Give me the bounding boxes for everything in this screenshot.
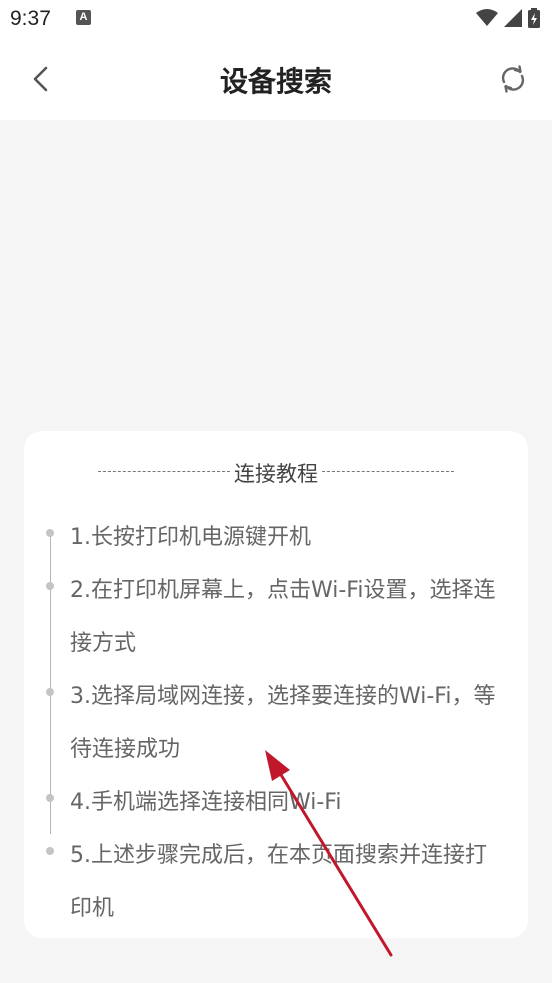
step-dot [46,794,54,802]
tutorial-heading-text: 连接教程 [234,462,318,486]
tutorial-step: 2.在打印机屏幕上，点击Wi-Fi设置，选择连接方式 [24,564,528,670]
status-bar: 9:37 A [0,0,552,40]
wifi-icon [476,9,498,26]
step-text: 1.长按打印机电源键开机 [70,525,311,550]
step-text: 3.选择局域网连接，选择要连接的Wi-Fi，等待连接成功 [70,684,496,762]
tutorial-step: 5.上述步骤完成后，在本页面搜索并连接打印机 [24,829,528,935]
tutorial-step: 4.手机端选择连接相同Wi-Fi [24,776,528,829]
step-dot [46,582,54,590]
notification-icon: A [76,10,91,25]
page-title: 设备搜索 [219,65,332,98]
step-text: 5.上述步骤完成后，在本页面搜索并连接打印机 [70,843,487,921]
tutorial-steps: 1.长按打印机电源键开机 2.在打印机屏幕上，点击Wi-Fi设置，选择连接方式 … [24,511,528,935]
tutorial-step: 3.选择局域网连接，选择要连接的Wi-Fi，等待连接成功 [24,670,528,776]
tutorial-card: 连接教程 1.长按打印机电源键开机 2.在打印机屏幕上，点击Wi-Fi设置，选择… [24,431,528,938]
tutorial-step: 1.长按打印机电源键开机 [24,511,528,564]
app-header: 设备搜索 [0,40,552,120]
battery-icon [528,8,540,28]
step-text: 2.在打印机屏幕上，点击Wi-Fi设置，选择连接方式 [70,578,496,656]
step-text: 4.手机端选择连接相同Wi-Fi [70,790,342,815]
refresh-button[interactable] [498,64,528,94]
status-time: 9:37 [10,7,51,30]
step-dot [46,688,54,696]
tutorial-heading: 连接教程 [98,458,454,486]
status-icons [476,6,540,30]
step-dot [46,847,54,855]
refresh-icon [501,65,525,93]
heading-divider-right [322,471,454,472]
step-dot [46,529,54,537]
signal-icon [504,9,522,27]
